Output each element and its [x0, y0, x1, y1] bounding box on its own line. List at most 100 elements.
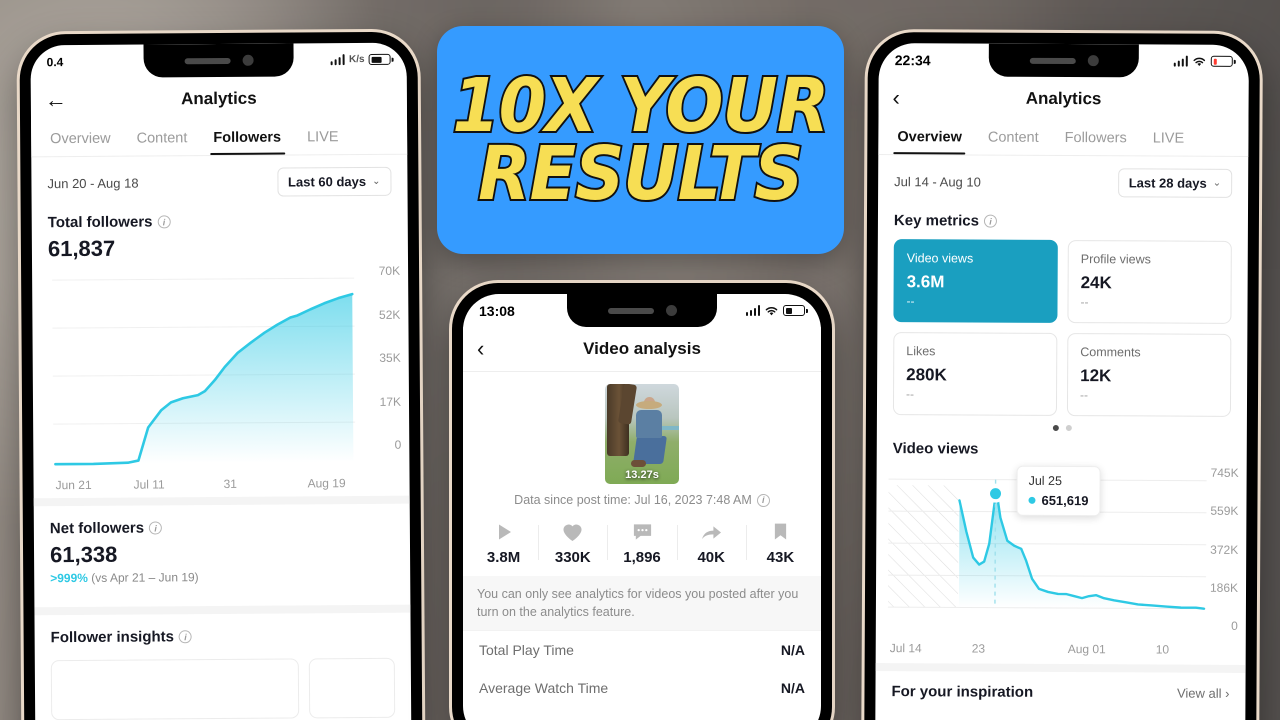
- inspiration-heading: For your inspiration: [891, 683, 1034, 701]
- row-average-watch-time[interactable]: Average Watch Time N/A: [463, 669, 821, 707]
- comment-icon: [607, 519, 676, 545]
- pager-dot-active[interactable]: [1052, 424, 1059, 431]
- page-title: Analytics: [181, 88, 257, 109]
- tab-overview[interactable]: Overview: [884, 120, 975, 154]
- tab-live[interactable]: LIVE: [1140, 121, 1198, 155]
- y-tick: 559K: [1210, 504, 1239, 519]
- x-tick: Jul 11: [133, 477, 165, 492]
- front-camera: [1087, 55, 1099, 67]
- info-icon[interactable]: i: [157, 215, 171, 229]
- tab-bar: Overview Content Followers LIVE: [878, 120, 1249, 157]
- metric-saves: 43K: [745, 519, 815, 566]
- x-tick: 23: [971, 641, 986, 656]
- data-since-row: Data since post time: Jul 16, 2023 7:48 …: [463, 484, 821, 509]
- tab-content[interactable]: Content: [123, 121, 200, 156]
- tab-live[interactable]: LIVE: [294, 120, 352, 154]
- card-comments[interactable]: Comments 12K --: [1066, 333, 1232, 417]
- tab-content[interactable]: Content: [975, 121, 1052, 155]
- nav-bar: ‹ Video analysis: [463, 327, 821, 371]
- banner-line-1: 10X YOUR: [451, 62, 832, 149]
- key-metric-cards: Video views 3.6M -- Profile views 24K --…: [877, 231, 1248, 417]
- total-followers-x-axis: Jun 21 Jul 11 31 Aug 19: [34, 476, 410, 493]
- x-tick: 31: [223, 476, 237, 491]
- tab-followers[interactable]: Followers: [200, 120, 294, 155]
- date-range-row: Jun 20 - Aug 18 Last 60 days ⌄: [31, 155, 407, 205]
- back-button[interactable]: ‹: [477, 338, 484, 360]
- net-followers-delta-pct: >999%: [50, 570, 88, 586]
- metric-value: 330K: [554, 549, 591, 566]
- x-tick: Aug 01: [1067, 642, 1106, 657]
- metric-plays: 3.8M: [469, 519, 538, 566]
- tooltip-date: Jul 25: [1028, 473, 1062, 489]
- follower-insights-label: Follower insights: [50, 628, 175, 647]
- page-title: Analytics: [1025, 88, 1102, 109]
- tab-overview[interactable]: Overview: [37, 122, 124, 157]
- person-hat: [636, 401, 662, 409]
- metric-value: 43K: [766, 549, 795, 566]
- x-tick: 10: [1155, 642, 1170, 657]
- phone-left-screen: 0.4 K/s ← Analytics Overview Content Fol…: [30, 42, 412, 720]
- total-followers-heading: Total followers i: [32, 202, 408, 234]
- x-tick: Aug 19: [307, 476, 346, 491]
- clock: 13:08: [479, 302, 515, 319]
- speaker-grille: [607, 307, 654, 314]
- chart-tooltip: Jul 25 651,619: [1016, 465, 1101, 517]
- signal-bars-icon: [330, 54, 346, 66]
- net-followers-label: Net followers: [49, 519, 145, 538]
- range-selector-label: Last 60 days: [287, 173, 367, 190]
- info-icon[interactable]: i: [149, 521, 163, 535]
- card-video-views[interactable]: Video views 3.6M --: [893, 239, 1058, 323]
- card-sub: --: [906, 387, 915, 402]
- battery-icon: [1210, 55, 1233, 67]
- pager-dot[interactable]: [1065, 425, 1072, 432]
- status-right: [745, 305, 808, 317]
- total-followers-svg: [52, 277, 356, 466]
- date-range-row: Jul 14 - Aug 10 Last 28 days ⌄: [878, 155, 1248, 204]
- range-selector[interactable]: Last 60 days ⌄: [276, 166, 392, 197]
- nav-bar: ‹ Analytics: [878, 76, 1249, 122]
- video-views-y-axis: 745K 559K 372K 186K 0: [1210, 466, 1239, 633]
- total-followers-value: 61,837: [47, 235, 116, 262]
- card-likes[interactable]: Likes 280K --: [892, 332, 1058, 416]
- key-metrics-label: Key metrics: [893, 212, 980, 230]
- notch: [143, 43, 294, 78]
- tab-followers[interactable]: Followers: [1052, 121, 1140, 155]
- video-thumbnail[interactable]: 13.27s: [605, 384, 679, 484]
- share-icon: [677, 519, 746, 545]
- metric-shares: 40K: [676, 519, 746, 566]
- page-title: Video analysis: [583, 339, 701, 358]
- back-button[interactable]: ‹: [893, 85, 900, 110]
- insight-card[interactable]: [50, 658, 300, 720]
- engagement-metrics-row: 3.8M 330K 1,896 40K 43K: [463, 509, 821, 576]
- battery-icon: [783, 305, 808, 316]
- speaker-grille: [184, 57, 231, 64]
- insight-card[interactable]: [308, 657, 396, 719]
- card-sub: --: [1080, 295, 1089, 310]
- y-tick: 0: [394, 437, 402, 452]
- x-tick: Jun 21: [55, 477, 92, 493]
- info-icon[interactable]: i: [756, 493, 770, 507]
- speed-unit: K/s: [349, 53, 365, 66]
- card-label: Profile views: [1080, 252, 1151, 267]
- key-metrics-heading: Key metrics i: [878, 202, 1248, 233]
- info-icon[interactable]: i: [983, 214, 998, 228]
- card-sub: --: [1080, 388, 1089, 403]
- card-profile-views[interactable]: Profile views 24K --: [1067, 240, 1232, 324]
- analytics-note: You can only see analytics for videos yo…: [463, 576, 821, 631]
- row-total-play-time[interactable]: Total Play Time N/A: [463, 630, 821, 669]
- x-tick: Jul 14: [889, 641, 922, 656]
- info-icon[interactable]: i: [178, 630, 193, 644]
- carousel-pager[interactable]: [877, 415, 1247, 434]
- row-value: N/A: [780, 642, 805, 659]
- range-selector[interactable]: Last 28 days ⌄: [1117, 168, 1233, 198]
- tooltip-value: 651,619: [1041, 492, 1089, 509]
- view-all-link[interactable]: View all ›: [1177, 686, 1230, 701]
- notch: [567, 294, 717, 327]
- video-duration: 13.27s: [625, 469, 659, 481]
- bookmark-icon: [746, 519, 815, 545]
- battery-icon: [368, 53, 391, 65]
- total-followers-label: Total followers: [47, 213, 153, 232]
- signal-bars-icon: [745, 305, 760, 316]
- y-tick: 186K: [1209, 580, 1239, 595]
- back-button[interactable]: ←: [45, 87, 67, 112]
